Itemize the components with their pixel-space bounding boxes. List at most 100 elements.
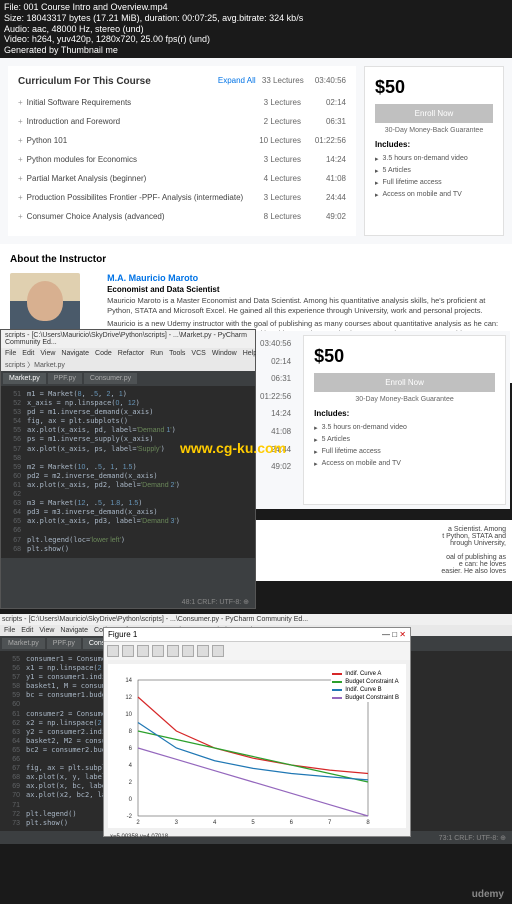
curriculum-panel: Curriculum For This Course Expand All 33… (8, 66, 356, 236)
maximize-icon[interactable]: □ (392, 630, 397, 639)
menu-item[interactable]: Code (95, 350, 112, 357)
save-icon[interactable] (212, 645, 224, 657)
times-column: 03:40:5602:1406:3101:22:5614:2441:0824:4… (260, 335, 299, 505)
svg-text:10: 10 (125, 712, 132, 718)
expand-icon[interactable]: + (18, 117, 23, 126)
udemy-page-middle: 03:40:5602:1406:3101:22:5614:2441:0824:4… (256, 331, 510, 509)
lecture-row[interactable]: +Introduction and Foreword2 Lectures06:3… (18, 112, 346, 131)
purchase-sidebar: $50 Enroll Now 30-Day Money-Back Guarant… (364, 66, 504, 236)
bullet-icon: ▸ (314, 460, 318, 468)
bullet-icon: ▸ (375, 191, 379, 199)
expand-icon[interactable]: + (18, 98, 23, 107)
editor-tab[interactable]: PPF.py (48, 373, 82, 384)
enroll-button-2[interactable]: Enroll Now (314, 373, 495, 392)
editor-tab[interactable]: Market.py (3, 373, 46, 384)
menu-item[interactable]: File (4, 627, 15, 634)
instructor-fragment: a Scientist. Among t Python, STATA and h… (256, 520, 512, 581)
lecture-row[interactable]: +Consumer Choice Analysis (advanced)8 Le… (18, 207, 346, 226)
include-item: ▸3.5 hours on-demand video (314, 422, 495, 434)
pan-icon[interactable] (152, 645, 164, 657)
tight-icon[interactable] (197, 645, 209, 657)
svg-text:8: 8 (129, 729, 133, 735)
plot-canvas[interactable]: 2345678-202468101214 Indif. Curve ABudge… (108, 664, 406, 828)
svg-text:-2: -2 (127, 814, 133, 820)
menu-item[interactable]: Help (243, 350, 257, 357)
minimize-icon[interactable]: — (382, 630, 390, 639)
svg-text:5: 5 (251, 820, 255, 826)
menu-item[interactable]: View (39, 627, 54, 634)
lecture-row[interactable]: +Python 10110 Lectures01:22:56 (18, 131, 346, 150)
include-item: ▸Full lifetime access (375, 177, 493, 189)
matplotlib-figure-window[interactable]: Figure 1 — □ ✕ 2345678-202468101214 Indi… (103, 627, 411, 837)
instructor-name[interactable]: M.A. Mauricio Maroto (107, 273, 502, 283)
close-icon[interactable]: ✕ (399, 630, 406, 639)
menu-item[interactable]: Run (150, 350, 163, 357)
total-duration: 03:40:56 (315, 76, 346, 85)
include-item: ▸3.5 hours on-demand video (375, 153, 493, 165)
menu-item[interactable]: Window (212, 350, 237, 357)
expand-icon[interactable]: + (18, 136, 23, 145)
svg-text:12: 12 (125, 695, 132, 701)
menu-item[interactable]: View (40, 350, 55, 357)
editor-tab[interactable]: Market.py (2, 638, 45, 649)
svg-text:14: 14 (125, 678, 132, 684)
menu-item[interactable]: Edit (22, 350, 34, 357)
expand-all-link[interactable]: Expand All (218, 76, 256, 85)
svg-text:4: 4 (213, 820, 217, 826)
include-item: ▸5 Articles (314, 434, 495, 446)
config-icon[interactable] (182, 645, 194, 657)
menu-item[interactable]: Edit (21, 627, 33, 634)
udemy-logo: udemy (472, 889, 504, 900)
zoom-icon[interactable] (167, 645, 179, 657)
editor-tabs[interactable]: Market.pyPPF.pyConsumer.py (1, 371, 255, 386)
file-gen: Generated by Thumbnail me (4, 45, 508, 56)
menu-item[interactable]: Navigate (60, 627, 88, 634)
editor-tab[interactable]: Consumer.py (84, 373, 137, 384)
file-video: Video: h264, yuv420p, 1280x720, 25.00 fp… (4, 34, 508, 45)
editor-tab[interactable]: PPF.py (47, 638, 81, 649)
ide-breadcrumb[interactable]: scripts 〉Market.py (1, 359, 255, 371)
menu-item[interactable]: Navigate (61, 350, 89, 357)
ide2-titlebar: scripts - [C:\Users\Mauricio\SkyDrive\Py… (0, 614, 512, 625)
pycharm-window-1[interactable]: scripts - [C:\Users\Mauricio\SkyDrive\Py… (0, 329, 256, 609)
bullet-icon: ▸ (314, 448, 318, 456)
lecture-row[interactable]: +Partial Market Analysis (beginner)4 Lec… (18, 169, 346, 188)
bullet-icon: ▸ (314, 436, 318, 444)
expand-icon[interactable]: + (18, 155, 23, 164)
bullet-icon: ▸ (375, 179, 379, 187)
ide-menubar[interactable]: File Edit View Navigate Code Refactor Run Tools… (1, 348, 255, 359)
menu-item[interactable]: File (5, 350, 16, 357)
instructor-heading: About the Instructor (10, 254, 502, 265)
bullet-icon: ▸ (375, 155, 379, 163)
code-editor-1[interactable]: 51m1 = Market(8, .5, 2, 1) 52x_axis = np… (1, 386, 255, 558)
home-icon[interactable] (107, 645, 119, 657)
menu-item[interactable]: VCS (191, 350, 205, 357)
expand-icon[interactable]: + (18, 212, 23, 221)
include-item: ▸5 Articles (375, 165, 493, 177)
lecture-row[interactable]: +Initial Software Requirements3 Lectures… (18, 93, 346, 112)
include-item: ▸Access on mobile and TV (375, 189, 493, 201)
back-icon[interactable] (122, 645, 134, 657)
svg-text:8: 8 (366, 820, 370, 826)
lecture-row[interactable]: +Production Possibilites Frontier -PPF- … (18, 188, 346, 207)
instructor-role: Economist and Data Scientist (107, 285, 502, 294)
expand-icon[interactable]: + (18, 193, 23, 202)
file-info-overlay: File: 001 Course Intro and Overview.mp4 … (0, 0, 512, 58)
bullet-icon: ▸ (314, 424, 318, 432)
forward-icon[interactable] (137, 645, 149, 657)
include-item: ▸Access on mobile and TV (314, 458, 495, 470)
includes-title: Includes: (375, 140, 493, 149)
lecture-row[interactable]: +Python modules for Economics3 Lectures1… (18, 150, 346, 169)
plot-toolbar[interactable] (104, 642, 410, 660)
include-item: ▸Full lifetime access (314, 446, 495, 458)
svg-text:7: 7 (328, 820, 332, 826)
expand-icon[interactable]: + (18, 174, 23, 183)
svg-text:2: 2 (129, 780, 133, 786)
menu-item[interactable]: Refactor (118, 350, 144, 357)
bullet-icon: ▸ (375, 167, 379, 175)
curriculum-title: Curriculum For This Course (18, 76, 151, 87)
guarantee-text-2: 30-Day Money-Back Guarantee (314, 396, 495, 403)
enroll-button[interactable]: Enroll Now (375, 104, 493, 123)
menu-item[interactable]: Tools (169, 350, 185, 357)
svg-text:6: 6 (290, 820, 294, 826)
